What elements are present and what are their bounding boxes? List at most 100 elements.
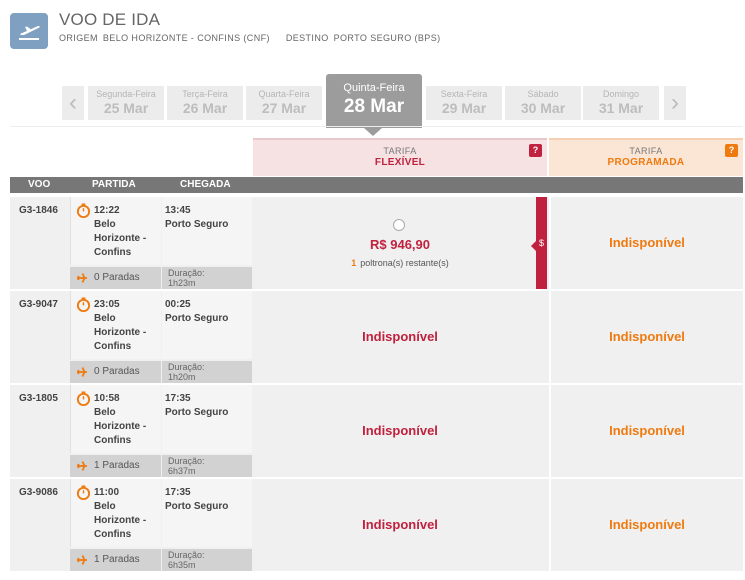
- date-tab-4[interactable]: Sexta-Feira 29 Mar: [426, 86, 502, 120]
- departure-cell: 10:58 Belo Horizonte - Confins: [70, 385, 161, 453]
- fare-header-programada: TARIFA PROGRAMADA ?: [549, 138, 743, 176]
- previous-dates-button[interactable]: ‹: [62, 86, 84, 120]
- duration-label: Duração:: [168, 362, 205, 372]
- arrival-time: 00:25: [165, 299, 191, 310]
- date-weekday: Quarta-Feira: [258, 89, 310, 99]
- departure-time: 23:05: [94, 299, 120, 310]
- arrival-city: Porto Seguro: [165, 219, 229, 230]
- seats-label: poltrona(s) restante(s): [360, 258, 449, 268]
- stops-count: 1 Paradas: [94, 554, 140, 565]
- fare-label: TARIFA: [383, 146, 417, 156]
- arrival-city: Porto Seguro: [165, 501, 229, 512]
- fare-name: FLEXÍVEL: [374, 157, 426, 168]
- duration-label: Duração:: [168, 456, 205, 466]
- date-weekday: Segunda-Feira: [96, 89, 156, 99]
- stops-cell[interactable]: 1 Paradas: [70, 455, 161, 477]
- date-weekday: Terça-Feira: [182, 89, 228, 99]
- unavailable-text: Indisponível: [609, 517, 685, 532]
- date-weekday: Quinta-Feira: [343, 82, 405, 94]
- flight-code: G3-9047: [19, 299, 58, 310]
- date-carousel: ‹ Segunda-Feira 25 Mar Terça-Feira 26 Ma…: [62, 74, 690, 136]
- duration-cell: Duração: 6h35m: [162, 549, 252, 571]
- stops-cell[interactable]: 0 Paradas: [70, 361, 161, 383]
- duration-cell: Duração: 1h23m: [162, 267, 252, 289]
- plane-icon: [77, 367, 87, 377]
- flight-header: VOO DE IDA ORIGEM BELO HORIZONTE - CONFIN…: [10, 10, 740, 50]
- plane-icon: [77, 461, 87, 471]
- column-departure: PARTIDA: [92, 179, 136, 190]
- stops-cell[interactable]: 1 Paradas: [70, 549, 161, 571]
- stops-cell[interactable]: 0 Paradas: [70, 267, 161, 289]
- chevron-left-icon: ‹: [69, 89, 77, 116]
- fare-cell-programada: Indisponível: [549, 479, 743, 571]
- duration-label: Duração:: [168, 268, 205, 278]
- arrival-city: Porto Seguro: [165, 313, 229, 324]
- stops-count: 1 Paradas: [94, 460, 140, 471]
- fare-label: TARIFA: [629, 146, 663, 156]
- fare-cell-programada: Indisponível: [549, 197, 743, 289]
- date-weekday: Sexta-Feira: [440, 89, 488, 99]
- column-header-bar: VOO PARTIDA CHEGADA: [10, 177, 743, 193]
- clock-icon: [76, 297, 91, 312]
- departure-cell: 23:05 Belo Horizonte - Confins: [70, 291, 161, 359]
- fare-radio[interactable]: [393, 219, 405, 231]
- departure-city: Belo Horizonte - Confins: [94, 219, 147, 258]
- date-tab-2[interactable]: Quarta-Feira 27 Mar: [246, 86, 322, 120]
- help-icon[interactable]: ?: [725, 144, 738, 157]
- duration-label: Duração:: [168, 550, 205, 560]
- departure-time: 11:00: [94, 487, 120, 498]
- departure-city: Belo Horizonte - Confins: [94, 501, 147, 540]
- unavailable-text: Indisponível: [362, 423, 438, 438]
- clock-icon: [76, 485, 91, 500]
- fare-cell-flexivel[interactable]: R$ 946,90 1 poltrona(s) restante(s) $: [253, 197, 547, 289]
- date-day: 27 Mar: [261, 100, 307, 116]
- date-tab-5[interactable]: Sábado 30 Mar: [505, 86, 581, 120]
- flight-code: G3-1805: [19, 393, 58, 404]
- next-dates-button[interactable]: ›: [664, 86, 686, 120]
- arrival-cell: 17:35 Porto Seguro: [162, 385, 252, 453]
- date-day: 26 Mar: [182, 100, 228, 116]
- seats-count: 1: [351, 258, 357, 268]
- help-icon[interactable]: ?: [529, 144, 542, 157]
- fare-cell-programada: Indisponível: [549, 291, 743, 383]
- departure-city: Belo Horizonte - Confins: [94, 407, 147, 446]
- origin-value: BELO HORIZONTE - CONFINS (CNF): [102, 33, 270, 43]
- date-day: 25 Mar: [103, 100, 149, 116]
- date-day: 28 Mar: [343, 96, 405, 117]
- flight-code: G3-1846: [19, 205, 58, 216]
- duration-value: 1h20m: [168, 372, 196, 382]
- destination-label: DESTINO: [285, 33, 329, 43]
- flight-row: G3-9086 11:00 Belo Horizonte - Confins 1…: [10, 479, 743, 571]
- duration-value: 6h35m: [168, 560, 196, 570]
- arrival-city: Porto Seguro: [165, 407, 229, 418]
- date-day: 30 Mar: [520, 100, 566, 116]
- flight-row: G3-1805 10:58 Belo Horizonte - Confins 1…: [10, 385, 743, 477]
- arrival-cell: 00:25 Porto Seguro: [162, 291, 252, 359]
- plane-icon: [77, 273, 87, 283]
- stops-count: 0 Paradas: [94, 272, 140, 283]
- arrival-time: 17:35: [165, 487, 191, 498]
- route-info: ORIGEM BELO HORIZONTE - CONFINS (CNF) DES…: [59, 33, 446, 43]
- date-tab-1[interactable]: Terça-Feira 26 Mar: [167, 86, 243, 120]
- seats-remaining: 1 poltrona(s) restante(s): [253, 258, 547, 268]
- unavailable-text: Indisponível: [609, 423, 685, 438]
- fare-cell-flexivel: Indisponível: [253, 385, 547, 477]
- date-tab-selected[interactable]: Quinta-Feira 28 Mar: [326, 74, 422, 136]
- destination-value: PORTO SEGURO (BPS): [333, 33, 441, 43]
- date-tab-0[interactable]: Segunda-Feira 25 Mar: [88, 86, 164, 120]
- date-day: 29 Mar: [441, 100, 487, 116]
- column-arrival: CHEGADA: [180, 179, 231, 190]
- unavailable-text: Indisponível: [609, 329, 685, 344]
- fare-cell-flexivel: Indisponível: [253, 291, 547, 383]
- arrival-cell: 17:35 Porto Seguro: [162, 479, 252, 547]
- date-day: 31 Mar: [598, 100, 644, 116]
- origin-label: ORIGEM: [59, 33, 98, 43]
- duration-cell: Duração: 6h37m: [162, 455, 252, 477]
- arrival-cell: 13:45 Porto Seguro: [162, 197, 252, 265]
- lowest-fare-marker: $: [531, 197, 547, 289]
- dollar-icon: $: [538, 238, 544, 248]
- date-weekday: Sábado: [527, 89, 559, 99]
- fare-price: R$ 946,90: [370, 237, 430, 252]
- date-tab-6[interactable]: Domingo 31 Mar: [583, 86, 659, 120]
- chevron-right-icon: ›: [671, 89, 679, 116]
